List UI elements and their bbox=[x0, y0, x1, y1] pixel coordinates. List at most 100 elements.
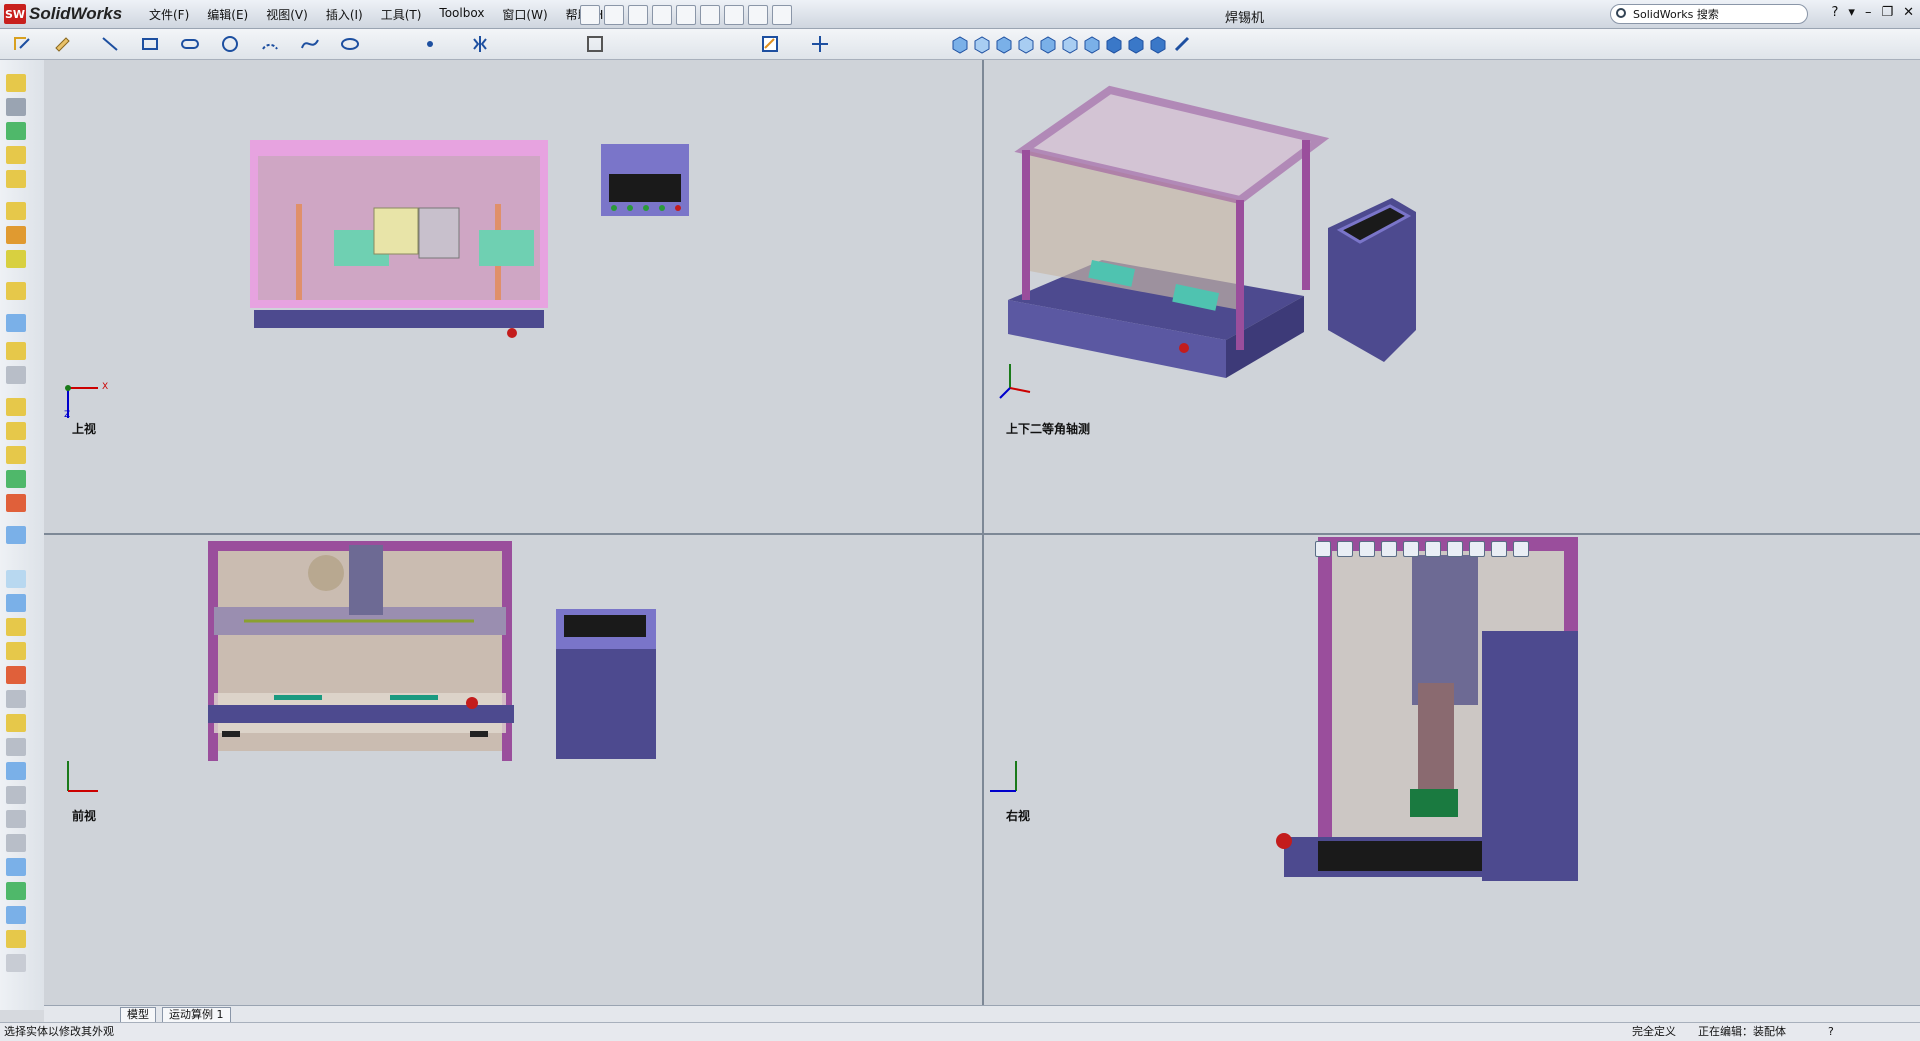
view-orientation-hud-icon[interactable] bbox=[1403, 541, 1419, 557]
view-dimetric-icon[interactable] bbox=[1148, 34, 1168, 54]
sum-icon[interactable] bbox=[6, 762, 26, 780]
clearance-icon[interactable] bbox=[6, 422, 26, 440]
thickness-analysis-icon[interactable] bbox=[6, 906, 26, 924]
hide-show-icon[interactable] bbox=[1447, 541, 1463, 557]
menu-edit[interactable]: 编辑(E) bbox=[198, 6, 257, 23]
view-left-icon[interactable] bbox=[1016, 34, 1036, 54]
circle-icon[interactable] bbox=[220, 34, 240, 54]
check-icon[interactable] bbox=[6, 666, 26, 684]
minimize-button[interactable]: – bbox=[1865, 5, 1872, 20]
view-trimetric-icon[interactable] bbox=[1126, 34, 1146, 54]
menu-tools[interactable]: 工具(T) bbox=[372, 6, 431, 23]
bill-of-materials-icon[interactable] bbox=[6, 314, 26, 332]
viewport-dimetric[interactable]: 上下二等角轴测 bbox=[984, 60, 1920, 533]
undo-icon[interactable] bbox=[700, 5, 720, 25]
viewport-top[interactable]: X Z 上视 bbox=[44, 60, 982, 533]
close-button[interactable]: ✕ bbox=[1903, 5, 1914, 20]
line-icon[interactable] bbox=[100, 34, 120, 54]
mate-icon[interactable] bbox=[6, 98, 26, 116]
section-view-icon[interactable] bbox=[1381, 541, 1397, 557]
tab-model[interactable]: 模型 bbox=[120, 1007, 156, 1023]
exploded-view-icon[interactable] bbox=[6, 342, 26, 360]
tab-motion-study[interactable]: 运动算例 1 bbox=[162, 1007, 231, 1023]
pin-icon[interactable] bbox=[580, 5, 600, 25]
parting-line-icon[interactable] bbox=[6, 858, 26, 876]
rebuild-icon[interactable] bbox=[748, 5, 768, 25]
view-isometric-icon[interactable] bbox=[1104, 34, 1124, 54]
ellipse-icon[interactable] bbox=[340, 34, 360, 54]
viewport-right[interactable]: 右视 bbox=[984, 535, 1920, 1005]
large-assembly-icon[interactable] bbox=[6, 494, 26, 512]
show-hidden-icon[interactable] bbox=[6, 202, 26, 220]
apply-scene-icon[interactable] bbox=[1491, 541, 1507, 557]
previous-view-icon[interactable] bbox=[1359, 541, 1375, 557]
restore-button[interactable]: ❐ bbox=[1881, 5, 1893, 20]
spell-check-icon[interactable] bbox=[6, 570, 26, 588]
insert-component-icon[interactable] bbox=[6, 74, 26, 92]
edit-appearance-icon[interactable] bbox=[1469, 541, 1485, 557]
spline-icon[interactable] bbox=[300, 34, 320, 54]
search-input[interactable]: SolidWorks 搜索 bbox=[1610, 4, 1808, 24]
instant3d-icon[interactable] bbox=[6, 470, 26, 488]
view-front-icon[interactable] bbox=[972, 34, 992, 54]
options-icon[interactable] bbox=[772, 5, 792, 25]
view-back-icon[interactable] bbox=[994, 34, 1014, 54]
view-top-icon[interactable] bbox=[1060, 34, 1080, 54]
normal-to-icon[interactable] bbox=[1172, 34, 1192, 54]
active-tool-icon[interactable] bbox=[6, 526, 26, 544]
linear-pattern-icon[interactable] bbox=[6, 122, 26, 140]
view-right-icon[interactable] bbox=[1038, 34, 1058, 54]
menu-view[interactable]: 视图(V) bbox=[257, 6, 317, 23]
menu-file[interactable]: 文件(F) bbox=[140, 6, 198, 23]
interference-icon[interactable] bbox=[6, 398, 26, 416]
menu-toolbox[interactable]: Toolbox bbox=[430, 6, 493, 23]
menu-window[interactable]: 窗口(W) bbox=[493, 6, 556, 23]
zoom-to-fit-icon[interactable] bbox=[1315, 541, 1331, 557]
help-dropdown-button[interactable]: ▾ bbox=[1848, 5, 1855, 20]
viewport-splitter-horizontal[interactable] bbox=[44, 533, 1920, 535]
move-entities-icon[interactable] bbox=[810, 34, 830, 54]
help-button[interactable]: ? bbox=[1832, 5, 1839, 20]
hole-alignment-icon[interactable] bbox=[6, 446, 26, 464]
section-properties-icon[interactable] bbox=[6, 642, 26, 660]
mirror-icon[interactable] bbox=[470, 34, 490, 54]
save-icon[interactable] bbox=[652, 5, 672, 25]
point-icon[interactable] bbox=[420, 34, 440, 54]
compare-icon[interactable] bbox=[6, 930, 26, 948]
arc-icon[interactable] bbox=[260, 34, 280, 54]
status-help-button[interactable]: ? bbox=[1828, 1023, 1834, 1041]
view-settings-icon[interactable] bbox=[1513, 541, 1529, 557]
undercut-icon[interactable] bbox=[6, 834, 26, 852]
smart-dimension-icon[interactable] bbox=[52, 34, 72, 54]
explode-line-icon[interactable] bbox=[6, 366, 26, 384]
view-orientation-icon[interactable] bbox=[950, 34, 970, 54]
display-style-icon[interactable] bbox=[1425, 541, 1441, 557]
viewport-front[interactable]: 前视 bbox=[44, 535, 982, 1005]
mass-properties-icon[interactable] bbox=[6, 618, 26, 636]
offset-icon[interactable] bbox=[585, 34, 605, 54]
equations-icon[interactable] bbox=[6, 714, 26, 732]
open-file-icon[interactable] bbox=[628, 5, 648, 25]
new-motion-study-icon[interactable] bbox=[6, 282, 26, 300]
select-arrow-icon[interactable] bbox=[724, 5, 744, 25]
smart-fasteners-icon[interactable] bbox=[6, 146, 26, 164]
sketch-icon[interactable] bbox=[12, 34, 32, 54]
rectangle-icon[interactable] bbox=[140, 34, 160, 54]
print-icon[interactable] bbox=[676, 5, 696, 25]
symmetry-check-icon[interactable] bbox=[6, 882, 26, 900]
check-sketch-icon[interactable] bbox=[6, 954, 26, 972]
move-component-icon[interactable] bbox=[6, 170, 26, 188]
import-diagnostics-icon[interactable] bbox=[6, 738, 26, 756]
measure-icon[interactable] bbox=[6, 594, 26, 612]
deviation-analysis-icon[interactable] bbox=[6, 786, 26, 804]
assembly-features-icon[interactable] bbox=[6, 226, 26, 244]
slot-icon[interactable] bbox=[180, 34, 200, 54]
new-file-icon[interactable] bbox=[604, 5, 624, 25]
rapid-sketch-icon[interactable] bbox=[760, 34, 780, 54]
draft-analysis-icon[interactable] bbox=[6, 810, 26, 828]
view-bottom-icon[interactable] bbox=[1082, 34, 1102, 54]
geometry-analysis-icon[interactable] bbox=[6, 690, 26, 708]
app-logo[interactable]: SW SolidWorks bbox=[4, 3, 122, 25]
zoom-area-icon[interactable] bbox=[1337, 541, 1353, 557]
menu-insert[interactable]: 插入(I) bbox=[317, 6, 372, 23]
